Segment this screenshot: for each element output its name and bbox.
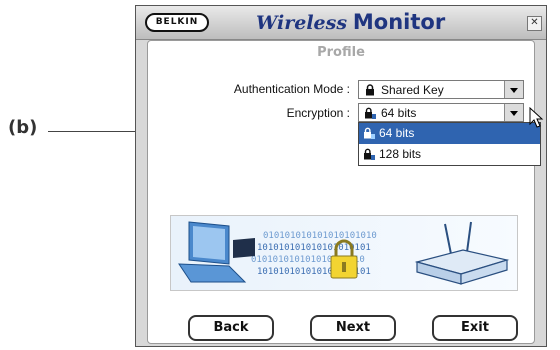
title-bar[interactable]: BELKIN Wireless Monitor ✕ <box>136 6 546 40</box>
app-title-monitor: Monitor <box>352 10 446 34</box>
app-title-wireless: Wireless <box>256 12 348 34</box>
app-title: Wireless Monitor <box>256 10 445 35</box>
chevron-down-icon[interactable] <box>504 81 523 98</box>
lock-64-icon <box>365 107 376 119</box>
callout-label: (b) <box>8 117 38 138</box>
back-button[interactable]: Back <box>188 315 274 341</box>
banner-illustration: 010101010101010101010 101010101010101010… <box>171 216 517 290</box>
lock-64-icon <box>364 127 375 139</box>
authentication-mode-select[interactable]: Shared Key <box>358 80 524 99</box>
authentication-mode-value: Shared Key <box>381 83 444 97</box>
encryption-label: Encryption : <box>286 106 350 120</box>
encryption-option-128-bits[interactable]: 128 bits <box>359 144 540 165</box>
page-title: Profile <box>317 45 365 60</box>
close-button[interactable]: ✕ <box>527 16 542 31</box>
wireless-monitor-window: BELKIN Wireless Monitor ✕ Profile Authen… <box>135 5 547 347</box>
encryption-option-label: 128 bits <box>379 147 422 161</box>
exit-button[interactable]: Exit <box>432 315 518 341</box>
encryption-value: 64 bits <box>381 106 417 120</box>
security-banner: 010101010101010101010 101010101010101010… <box>170 215 518 291</box>
authentication-mode-label: Authentication Mode : <box>233 82 350 96</box>
mouse-cursor-icon <box>529 107 544 128</box>
profile-panel: Profile Authentication Mode : Shared Key… <box>147 40 544 344</box>
encryption-select[interactable]: 64 bits <box>358 103 524 122</box>
lock-icon <box>366 84 374 96</box>
encryption-option-label: 64 bits <box>379 126 415 140</box>
chevron-down-icon[interactable] <box>504 104 523 121</box>
binary-line: 010101010101010101010 <box>263 231 377 241</box>
encryption-option-64-bits[interactable]: 64 bits <box>359 123 540 144</box>
lock-128-icon <box>364 148 375 160</box>
next-button[interactable]: Next <box>310 315 396 341</box>
binary-line: 101010101010101010101 <box>257 243 371 253</box>
encryption-dropdown-list: 64 bits 128 bits <box>358 122 541 166</box>
close-icon: ✕ <box>530 17 539 28</box>
belkin-logo: BELKIN <box>145 13 209 32</box>
